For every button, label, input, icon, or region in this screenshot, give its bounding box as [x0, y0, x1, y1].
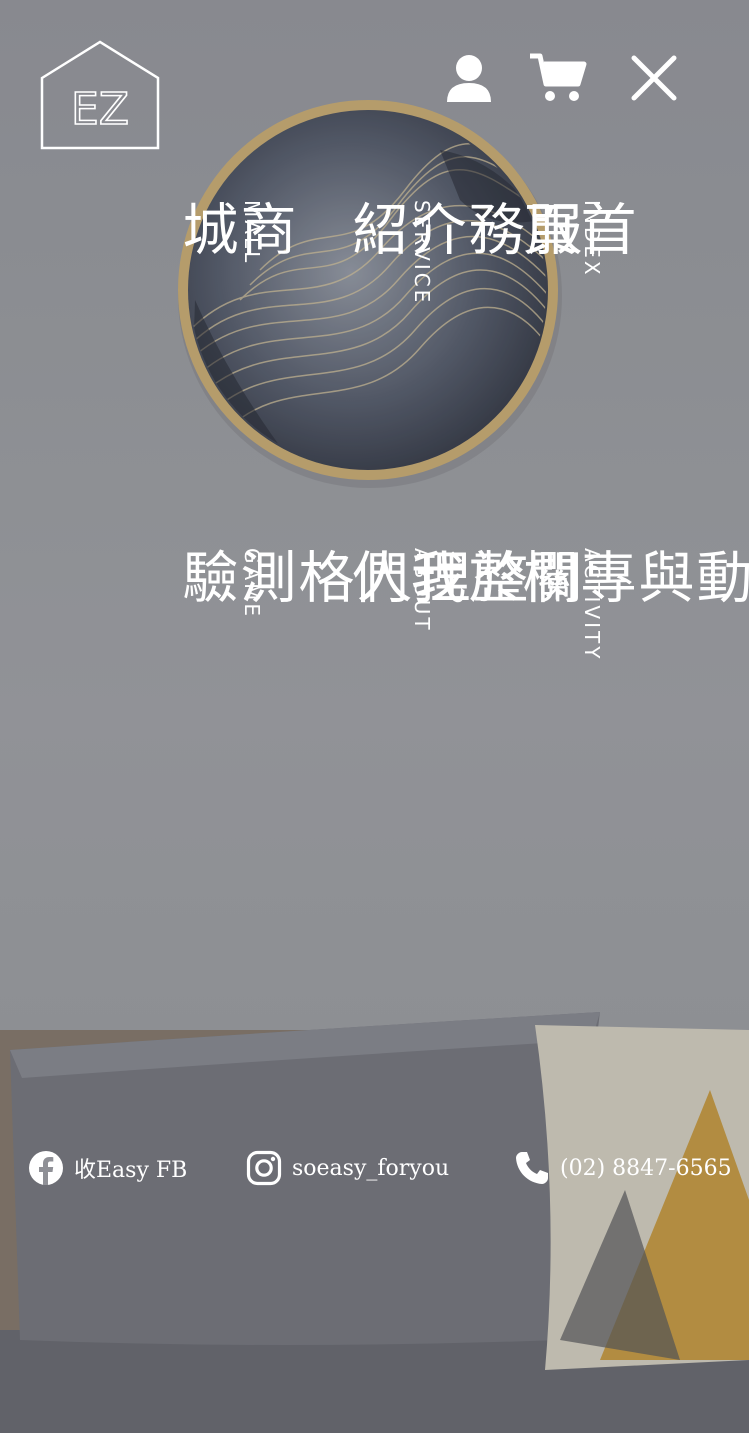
menu-label-en: INDEX	[580, 200, 604, 278]
facebook-link[interactable]: 收Easy FB	[28, 1146, 187, 1190]
menu-label-en: GAME	[240, 548, 264, 620]
menu-label-zh: 商城	[173, 200, 296, 267]
phone-icon	[516, 1152, 548, 1184]
facebook-icon	[29, 1151, 63, 1185]
phone-label: (02) 8847-6565	[560, 1155, 732, 1181]
phone-link[interactable]: (02) 8847-6565	[514, 1146, 732, 1190]
instagram-link[interactable]: soeasy_foryou	[246, 1146, 449, 1190]
menu-label-en: SERVICE	[410, 200, 434, 306]
svg-text:EZ: EZ	[71, 84, 129, 135]
close-icon[interactable]	[626, 50, 682, 106]
facebook-label: 收Easy FB	[74, 1158, 188, 1183]
instagram-label: soeasy_foryou	[292, 1155, 450, 1181]
user-icon[interactable]	[441, 50, 497, 106]
menu-label-en: MALL	[240, 200, 264, 266]
menu-label-en: ACTIVITY	[580, 548, 604, 662]
menu-label-zh: 整理人格測驗	[173, 548, 528, 615]
brand-logo[interactable]: EZ	[38, 38, 162, 152]
cart-icon[interactable]	[528, 50, 587, 106]
menu-label-zh: 服務介紹	[343, 200, 582, 267]
instagram-icon	[246, 1150, 282, 1186]
